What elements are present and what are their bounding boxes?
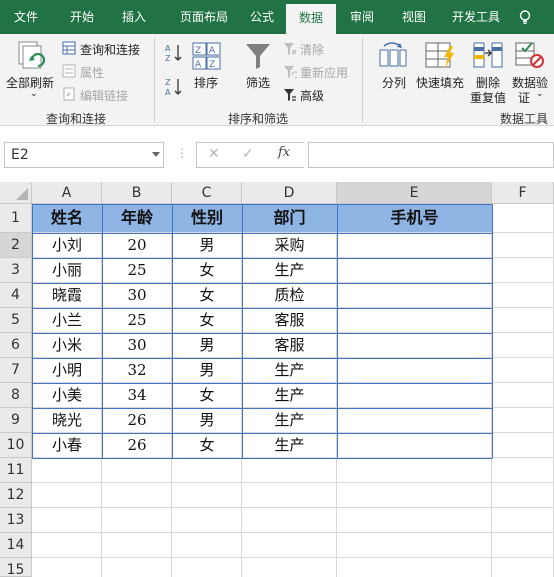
table-borders bbox=[32, 204, 493, 459]
